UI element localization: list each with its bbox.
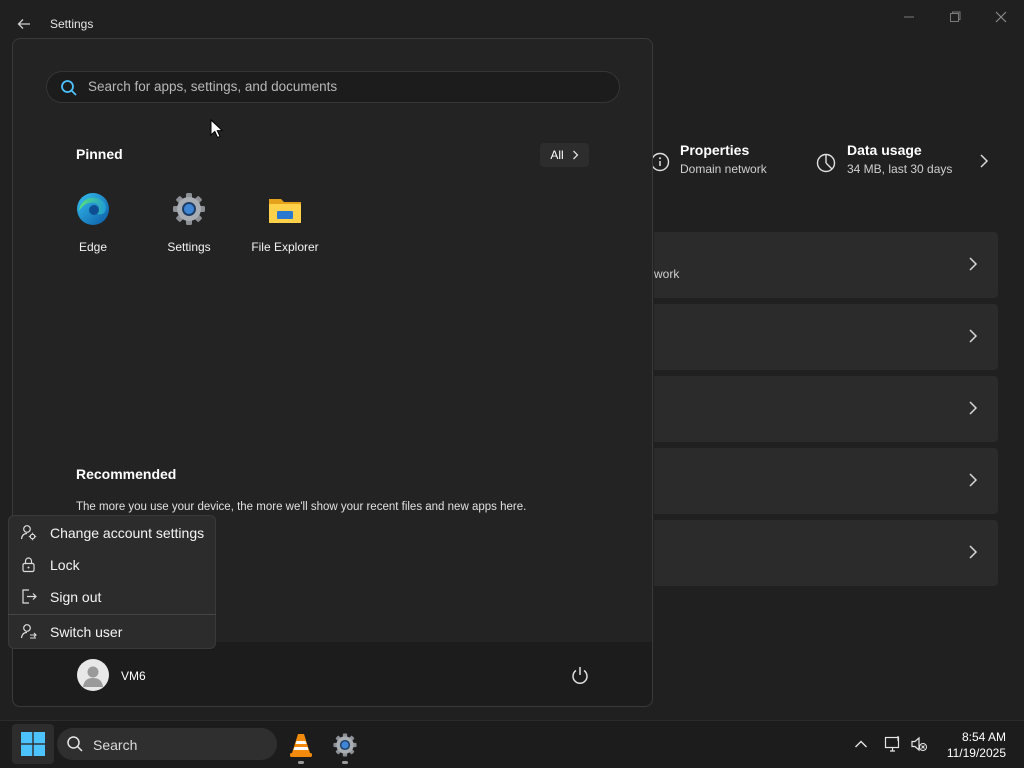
menu-item-label: Change account settings [50, 524, 205, 541]
properties-title: Properties [680, 142, 750, 158]
switch-user-item[interactable]: Switch user [20, 623, 122, 640]
clock-time: 8:54 AM [961, 730, 1006, 744]
pinned-app-settings[interactable]: Settings [147, 188, 231, 254]
data-usage-title: Data usage [847, 142, 922, 158]
all-apps-button[interactable]: All [540, 143, 589, 167]
search-icon [67, 736, 83, 752]
menu-divider [8, 614, 216, 615]
settings-card[interactable] [654, 448, 998, 514]
chevron-right-icon [969, 257, 978, 271]
change-account-settings-item[interactable]: Change account settings [20, 524, 204, 541]
windows-logo-icon [21, 732, 45, 756]
close-button[interactable] [978, 6, 1024, 28]
pinned-heading: Pinned [76, 146, 123, 162]
search-placeholder: Search for apps, settings, and documents [88, 79, 338, 94]
folder-icon [269, 199, 301, 223]
pinned-app-edge[interactable]: Edge [51, 188, 135, 254]
all-apps-label: All [550, 148, 564, 162]
edge-icon [77, 193, 109, 225]
pinned-app-file-explorer[interactable]: File Explorer [243, 188, 327, 254]
sign-out-item[interactable]: Sign out [20, 588, 101, 605]
search-icon [61, 80, 77, 96]
settings-card[interactable] [654, 376, 998, 442]
sign-out-icon [22, 589, 37, 604]
start-button[interactable] [12, 724, 54, 764]
network-tray-icon[interactable] [883, 734, 903, 754]
clock-date: 11/19/2025 [946, 746, 1006, 760]
mouse-cursor-icon [210, 119, 224, 139]
chevron-right-icon [572, 150, 579, 160]
taskbar-app-settings[interactable] [330, 730, 360, 760]
taskbar-search-label: Search [93, 737, 138, 753]
menu-item-label: Lock [50, 556, 80, 573]
volume-tray-icon[interactable] [909, 734, 929, 754]
chevron-up-icon [855, 740, 867, 748]
app-label: Edge [78, 240, 108, 254]
vlc-cone-icon [290, 734, 312, 757]
data-usage-link[interactable]: Data usage 34 MB, last 30 days [815, 142, 952, 176]
app-label: Settings [167, 240, 211, 254]
network-monitor-icon [884, 736, 900, 752]
lock-item[interactable]: Lock [20, 556, 80, 573]
settings-card-subtitle: work [654, 267, 680, 281]
chevron-right-icon[interactable] [978, 153, 990, 169]
info-icon [650, 152, 670, 172]
data-usage-subtitle: 34 MB, last 30 days [847, 162, 953, 176]
show-hidden-icons-button[interactable] [851, 734, 871, 754]
chevron-right-icon [969, 545, 978, 559]
properties-subtitle: Domain network [680, 162, 767, 176]
taskbar-app-vlc[interactable] [286, 730, 316, 760]
power-button[interactable] [568, 663, 592, 687]
pie-chart-icon [816, 153, 836, 173]
running-indicator [298, 761, 304, 764]
switch-user-icon [20, 624, 37, 639]
restore-icon [950, 11, 961, 22]
menu-item-label: Sign out [50, 588, 102, 605]
settings-card[interactable]: work [654, 232, 998, 298]
minimize-button[interactable] [886, 6, 932, 28]
clock[interactable]: 8:54 AM 11/19/2025 [930, 729, 1006, 761]
settings-card[interactable] [654, 520, 998, 586]
back-button[interactable] [10, 10, 38, 38]
user-name[interactable]: VM6 [121, 669, 146, 683]
app-label: File Explorer [251, 240, 319, 254]
properties-link[interactable]: Properties Domain network [650, 142, 767, 176]
minimize-icon [904, 16, 914, 18]
settings-card[interactable] [654, 304, 998, 370]
settings-gear-icon [333, 733, 357, 757]
user-icon [83, 666, 103, 687]
avatar[interactable] [77, 659, 109, 691]
recommended-empty-text: The more you use your device, the more w… [76, 501, 527, 513]
user-settings-icon [20, 525, 37, 541]
volume-muted-icon [911, 736, 927, 752]
recommended-heading: Recommended [76, 466, 177, 482]
taskbar-search[interactable] [57, 728, 277, 760]
chevron-right-icon [969, 401, 978, 415]
power-icon [572, 667, 588, 684]
close-icon [995, 11, 1007, 23]
running-indicator [342, 761, 348, 764]
settings-gear-icon [173, 193, 205, 225]
chevron-right-icon [969, 329, 978, 343]
restore-button[interactable] [932, 6, 978, 28]
lock-icon [22, 557, 35, 573]
chevron-right-icon [969, 473, 978, 487]
window-title: Settings [50, 17, 94, 31]
menu-item-label: Switch user [50, 623, 123, 640]
back-arrow-icon [17, 19, 30, 29]
